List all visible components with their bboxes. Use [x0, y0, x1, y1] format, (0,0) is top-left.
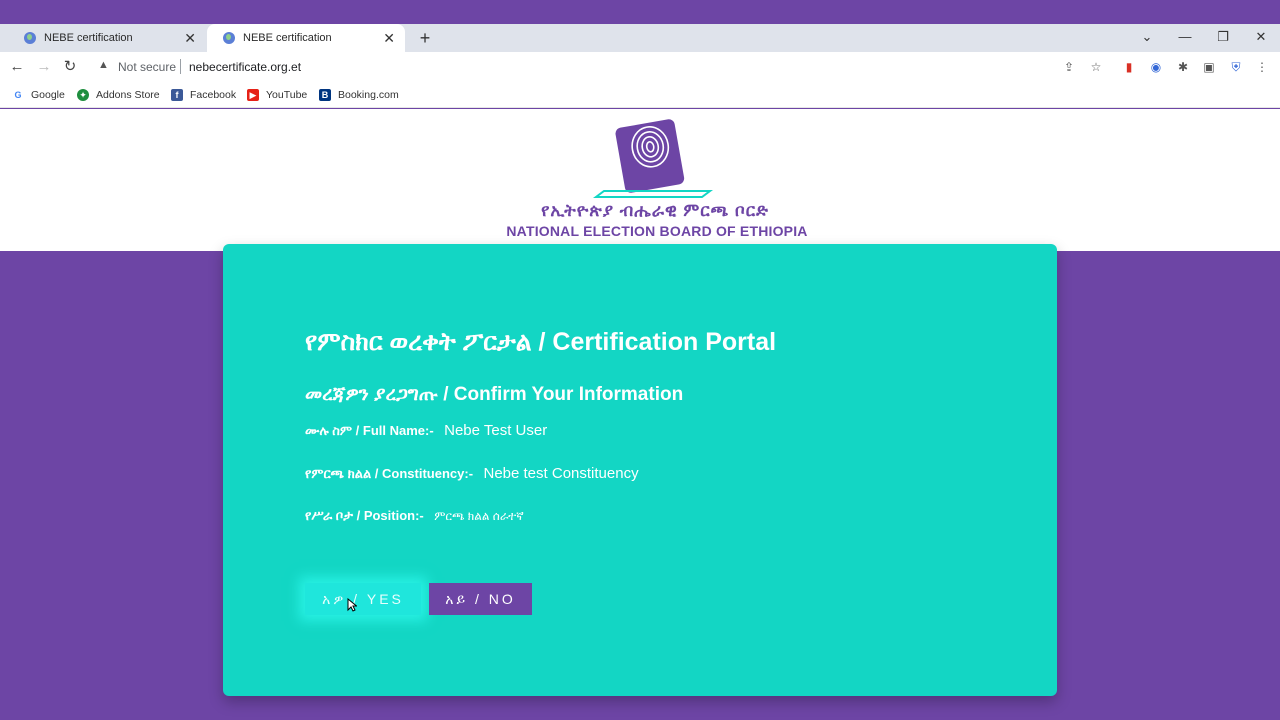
url-input[interactable]: nebecertificate.org.et	[189, 60, 301, 74]
shield-icon[interactable]: ⛨	[1228, 59, 1244, 75]
bookmark-youtube[interactable]: ▶ YouTube	[247, 87, 307, 103]
bookmark-label: YouTube	[266, 89, 308, 101]
window-close-icon[interactable]: ✕	[1242, 24, 1280, 52]
menu-icon[interactable]: ⋮	[1254, 59, 1270, 75]
close-icon[interactable]: ✕	[383, 30, 395, 47]
mouse-cursor-icon	[347, 598, 357, 612]
bookmark-label: Google	[31, 89, 65, 101]
globe-icon	[223, 32, 235, 44]
nebe-logo	[593, 119, 713, 198]
org-name-english: NATIONAL ELECTION BOARD OF ETHIOPIA	[506, 223, 808, 239]
bookmark-label: Facebook	[190, 89, 237, 101]
security-label[interactable]: Not secure	[118, 60, 176, 74]
new-tab-button[interactable]: +	[415, 24, 435, 52]
tab-2-active[interactable]: NEBE certification ✕	[207, 24, 405, 52]
extension-2-icon[interactable]: ◉	[1148, 59, 1164, 75]
section-title: መረጃዎን ያረጋግጡ / Confirm Your Information	[305, 384, 684, 405]
page-header: የኢትዮጵያ ብሔራዊ ምርጫ ቦርድ NATIONAL ELECTION BO…	[0, 109, 1280, 251]
reload-icon[interactable]: ↻	[60, 57, 80, 77]
bookmark-label: Addons Store	[96, 89, 160, 101]
bookmark-label: Booking.com	[338, 89, 399, 101]
full-name-label: ሙሉ ስም / Full Name:-	[305, 423, 434, 438]
constituency-row: የምርጫ ክልል / Constituency:- Nebe test Cons…	[305, 465, 639, 483]
position-label: የሥራ ቦታ / Position:-	[305, 508, 424, 523]
addons-store-icon: ✦	[77, 89, 89, 101]
position-value: ምርጫ ክልል ሰራተኛ	[434, 509, 524, 523]
bookmark-addons-store[interactable]: ✦ Addons Store	[77, 87, 160, 103]
back-icon[interactable]: ←	[7, 57, 27, 77]
chevron-down-icon[interactable]: ⌄	[1128, 24, 1166, 52]
share-icon[interactable]: ⇪	[1061, 59, 1077, 75]
facebook-icon: f	[171, 89, 183, 101]
yes-button[interactable]: አዎ / YES	[305, 583, 421, 615]
tab-title: NEBE certification	[243, 32, 332, 44]
star-icon[interactable]: ☆	[1088, 59, 1104, 75]
forward-icon[interactable]: →	[34, 57, 54, 77]
full-name-value: Nebe Test User	[444, 422, 548, 439]
tab-strip: NEBE certification ✕ NEBE certification …	[0, 24, 1280, 52]
constituency-value: Nebe test Constituency	[483, 465, 639, 482]
bookmark-booking[interactable]: B Booking.com	[319, 87, 399, 103]
sidepanel-icon[interactable]: ▣	[1201, 59, 1217, 75]
restore-icon[interactable]: ❐	[1204, 24, 1242, 52]
google-icon: G	[12, 89, 24, 101]
certification-card: የምስክር ወረቀት ፖርታል / Certification Portal መ…	[223, 244, 1057, 696]
position-row: የሥራ ቦታ / Position:- ምርጫ ክልል ሰራተኛ	[305, 507, 524, 525]
address-bar: ← → ↻ ▲ Not secure nebecertificate.org.e…	[0, 52, 1280, 82]
warning-icon[interactable]: ▲	[98, 59, 109, 71]
constituency-label: የምርጫ ክልል / Constituency:-	[305, 466, 474, 481]
tab-title: NEBE certification	[44, 32, 133, 44]
puzzle-icon[interactable]: ✱	[1175, 59, 1191, 75]
no-button[interactable]: አይ / NO	[429, 583, 532, 615]
tab-1[interactable]: NEBE certification ✕	[8, 24, 206, 52]
org-name-amharic: የኢትዮጵያ ብሔራዊ ምርጫ ቦርድ	[541, 201, 769, 220]
bookmarks-bar: G Google ✦ Addons Store f Facebook ▶ You…	[0, 82, 1280, 108]
bookmark-google[interactable]: G Google	[12, 87, 65, 103]
window-frame-top	[0, 0, 1280, 24]
minimize-icon[interactable]: —	[1166, 24, 1204, 52]
extension-1-icon[interactable]: ▮	[1121, 59, 1137, 75]
youtube-icon: ▶	[247, 89, 259, 101]
page-title: የምስክር ወረቀት ፖርታል / Certification Portal	[305, 328, 777, 356]
booking-icon: B	[319, 89, 331, 101]
close-icon[interactable]: ✕	[184, 30, 196, 47]
full-name-row: ሙሉ ስም / Full Name:- Nebe Test User	[305, 422, 547, 440]
globe-icon	[24, 32, 36, 44]
url-separator	[180, 59, 181, 74]
bookmark-facebook[interactable]: f Facebook	[171, 87, 236, 103]
